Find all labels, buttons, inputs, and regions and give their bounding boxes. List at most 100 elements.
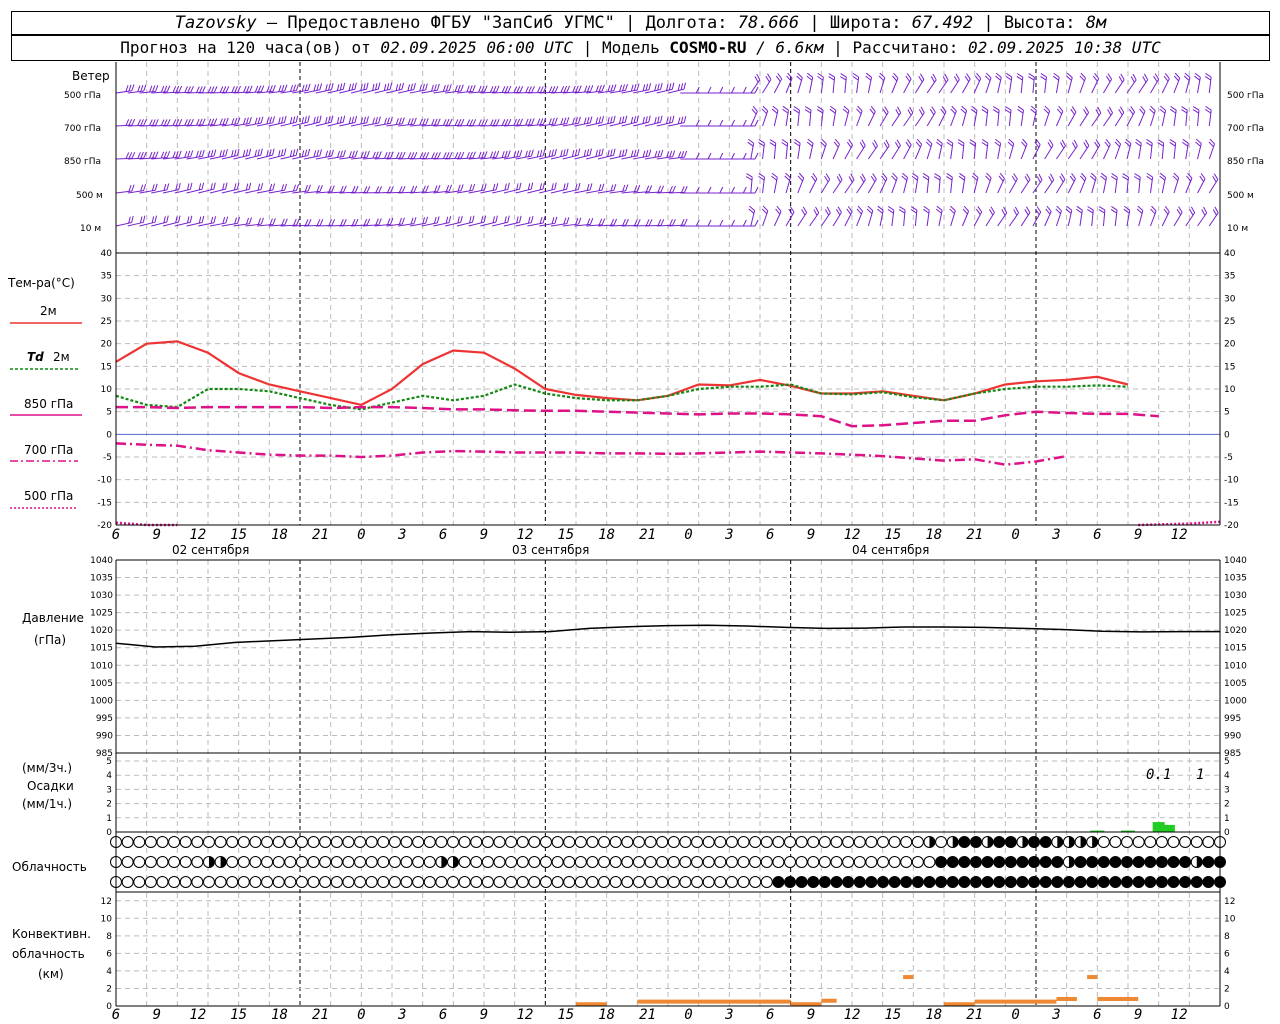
wind-barb-shaft <box>1020 143 1028 160</box>
wind-barb-flag <box>155 119 159 126</box>
wind-barb-flag <box>530 182 534 190</box>
wind-barb-flag <box>410 185 415 193</box>
wind-barb <box>1195 138 1202 160</box>
cloud-empty <box>191 876 204 888</box>
cloud-empty <box>760 856 773 868</box>
cloud-full <box>969 836 982 848</box>
cloud-empty <box>702 856 715 868</box>
wind-barb <box>1066 72 1073 94</box>
wind-barb-flag <box>125 152 130 159</box>
cloud-cover-icon <box>307 836 320 848</box>
wind-barb-shaft <box>1067 145 1078 160</box>
wind-barb-flag <box>166 215 169 223</box>
wind-barb-flag <box>366 150 370 158</box>
wind-barb-flag <box>354 185 359 193</box>
cloud-cover-icon <box>981 836 994 848</box>
cloud-full <box>958 876 971 888</box>
temp-tick-label: 15 <box>1224 362 1235 372</box>
wind-barb-flag <box>160 119 165 126</box>
temp-tick-label: -15 <box>1224 498 1239 508</box>
cloud-empty <box>168 856 181 868</box>
wind-barb <box>692 186 712 194</box>
cloud-empty <box>493 856 506 868</box>
wind-barb-flag <box>407 118 411 126</box>
conv-title-1: Конвективн. <box>12 927 91 941</box>
wind-barb <box>761 205 769 227</box>
cloud-cover-icon <box>400 856 413 868</box>
cloud-full <box>900 876 913 888</box>
wind-barb-flag <box>613 218 618 226</box>
wind-barb <box>1133 173 1141 194</box>
wind-barb-flag <box>398 217 402 225</box>
wind-barb-flag <box>410 152 415 159</box>
cloud-cover-icon <box>307 856 320 868</box>
wind-barb-flag <box>681 186 685 193</box>
cloud-cover-icon <box>1062 876 1075 888</box>
wind-barb-flag <box>645 219 650 226</box>
wind-barb <box>981 106 989 127</box>
cloud-cover-icon <box>632 856 645 868</box>
wind-barb <box>115 215 134 227</box>
hour-label: 9 <box>807 527 815 543</box>
wind-barb-flag <box>272 218 276 225</box>
wind-barb <box>840 73 847 94</box>
wind-barb-flag <box>554 182 557 190</box>
wind-barb <box>715 219 735 227</box>
cloud-cover-icon <box>574 836 587 848</box>
wind-barb-flag <box>245 117 249 125</box>
cloud-cover-icon <box>539 836 552 848</box>
hour-label: 12 <box>844 1007 861 1023</box>
wind-barb <box>960 105 968 127</box>
cloud-empty <box>249 836 262 848</box>
precip-tick-label: 0 <box>106 828 112 838</box>
wind-barb <box>115 184 135 194</box>
cloud-cover-icon <box>667 836 680 848</box>
cloud-cover-icon <box>563 856 576 868</box>
wind-barb-flag <box>131 84 135 91</box>
wind-barb-flag <box>172 151 176 159</box>
cloud-full <box>1028 856 1041 868</box>
cloud-cover-icon <box>191 836 204 848</box>
wind-barb-flag <box>442 119 447 126</box>
conv-tick-label: 12 <box>101 897 112 907</box>
hour-label: 9 <box>807 1007 815 1023</box>
wind-barb-flag <box>460 151 465 159</box>
wind-barb-shaft <box>820 212 831 227</box>
precip-tick-label: 2 <box>106 800 112 810</box>
wind-barb-flag <box>433 216 437 224</box>
wind-barb <box>1055 105 1064 127</box>
cloud-empty <box>179 876 192 888</box>
wind-barb <box>727 152 747 160</box>
wind-barb <box>950 73 960 94</box>
wind-barb-flag <box>316 219 321 226</box>
wind-barb <box>973 206 983 227</box>
hour-label: 15 <box>230 1007 247 1023</box>
day-label: 03 сентября <box>512 543 589 557</box>
wind-barb-shaft <box>1138 79 1149 94</box>
cloud-empty <box>319 876 332 888</box>
wind-barb-flag <box>343 185 347 193</box>
cloud-empty <box>481 876 494 888</box>
conv-tick-label: 0 <box>1224 1002 1230 1012</box>
cloud-empty <box>551 876 564 888</box>
wind-barb-flag <box>128 84 132 92</box>
cloud-empty <box>121 876 134 888</box>
wind-barb-flag <box>284 218 288 226</box>
wind-barb <box>946 138 954 160</box>
cloud-empty <box>342 836 355 848</box>
cloud-cover-icon <box>284 856 297 868</box>
cloud-cover-icon <box>307 876 320 888</box>
wind-barb <box>1110 172 1118 194</box>
wind-barb-shaft <box>762 79 772 94</box>
wind-barb-flag <box>434 152 438 159</box>
cloud-cover-icon <box>656 876 669 888</box>
wind-barb-flag <box>489 86 494 93</box>
cloud-empty <box>714 856 727 868</box>
wind-barb-flag <box>551 86 556 93</box>
wind-barb-flag <box>249 85 253 93</box>
cloud-cover-icon <box>237 856 250 868</box>
wind-barb-flag <box>154 215 158 223</box>
cloud-cover-icon <box>923 876 936 888</box>
wind-barb-flag <box>707 186 712 194</box>
wind-barb-flag <box>304 219 309 226</box>
